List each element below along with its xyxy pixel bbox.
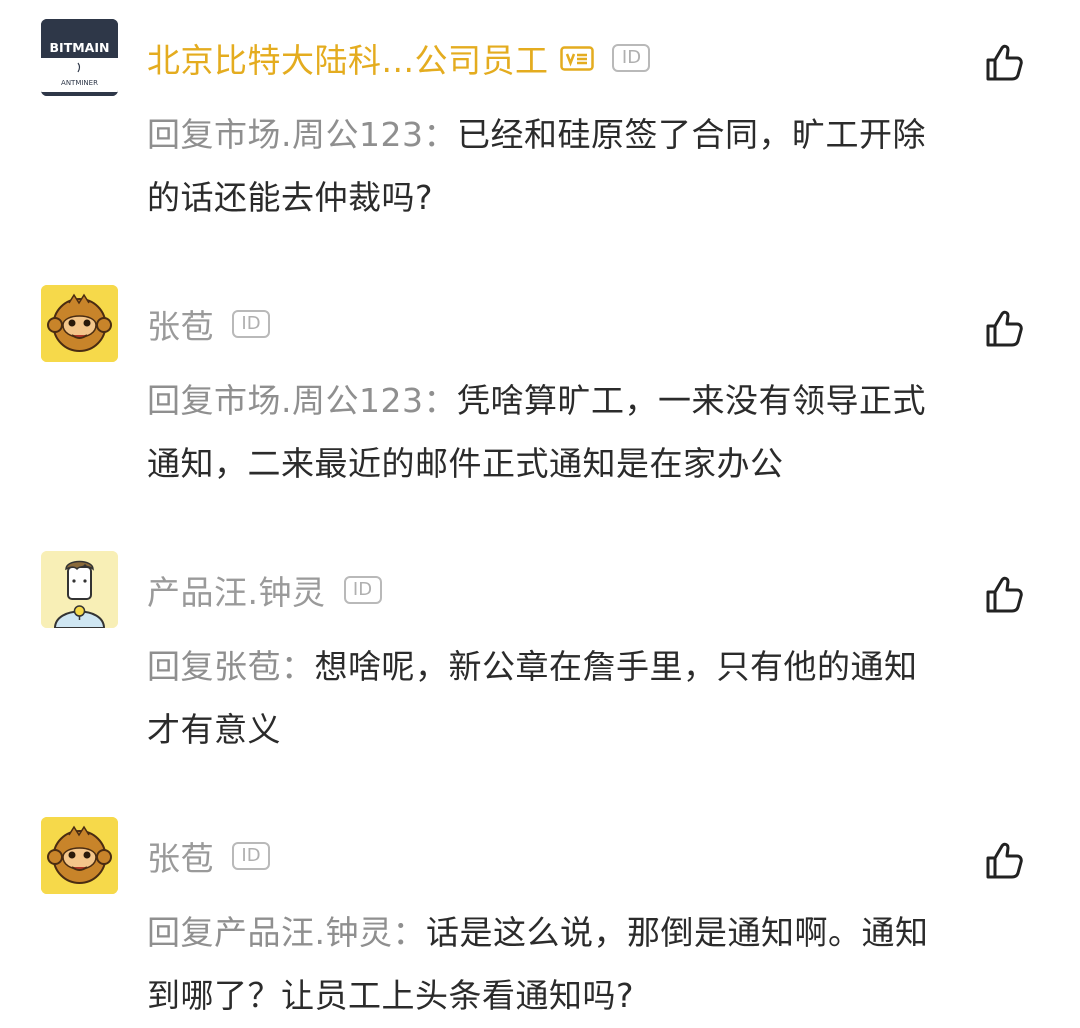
username[interactable]: 张苞 (147, 832, 214, 880)
bitmain-logo-icon: BITMAIN ANTMINER (41, 19, 118, 96)
cartoon-person-icon (41, 551, 118, 628)
username[interactable]: 北京比特大陆科...公司员工 (147, 34, 548, 82)
thumbs-up-icon (986, 576, 1023, 613)
avatar[interactable] (41, 285, 118, 362)
monkey-icon (41, 817, 118, 894)
thumbs-up-icon (986, 310, 1023, 347)
svg-text:ANTMINER: ANTMINER (61, 79, 98, 87)
svg-text:BITMAIN: BITMAIN (50, 40, 110, 55)
id-badge-icon: ID (232, 310, 270, 338)
reply-prefix[interactable]: 回复市场.周公123： (147, 115, 457, 154)
username[interactable]: 张苞 (147, 300, 214, 348)
reply-prefix[interactable]: 回复产品汪.钟灵： (147, 913, 426, 952)
comment-text[interactable]: 回复张苞：想啥呢，新公章在詹手里，只有他的通知才有意义 (147, 635, 947, 761)
comment-text[interactable]: 回复产品汪.钟灵：话是这么说，那倒是通知啊。通知到哪了？让员工上头条看通知吗? (147, 901, 947, 1027)
comment-header: 张苞 ID (147, 299, 270, 349)
verified-badge-icon (560, 45, 595, 71)
like-button[interactable] (984, 575, 1024, 615)
avatar[interactable]: BITMAIN ANTMINER (41, 19, 118, 96)
thumbs-up-icon (986, 842, 1023, 879)
avatar[interactable] (41, 817, 118, 894)
reply-prefix[interactable]: 回复市场.周公123： (147, 381, 457, 420)
reply-prefix[interactable]: 回复张苞： (147, 647, 315, 686)
id-badge-icon: ID (343, 576, 382, 604)
comment-header: 北京比特大陆科...公司员工 ID (147, 33, 651, 83)
comment-text[interactable]: 回复市场.周公123：已经和硅原签了合同，旷工开除的话还能去仲裁吗? (147, 103, 947, 229)
username[interactable]: 产品汪.钟灵 (147, 566, 326, 614)
comment-header: 张苞 ID (147, 831, 270, 881)
comment-text[interactable]: 回复市场.周公123：凭啥算旷工，一来没有领导正式通知，二来最近的邮件正式通知是… (147, 369, 947, 495)
id-badge-icon: ID (612, 44, 651, 72)
id-badge-icon: ID (232, 842, 270, 870)
like-button[interactable] (984, 841, 1024, 881)
comment-header: 产品汪.钟灵 ID (147, 565, 382, 615)
like-button[interactable] (984, 309, 1024, 349)
monkey-icon (41, 285, 118, 362)
thumbs-up-icon (986, 44, 1023, 81)
avatar[interactable] (41, 551, 118, 628)
like-button[interactable] (984, 43, 1024, 83)
